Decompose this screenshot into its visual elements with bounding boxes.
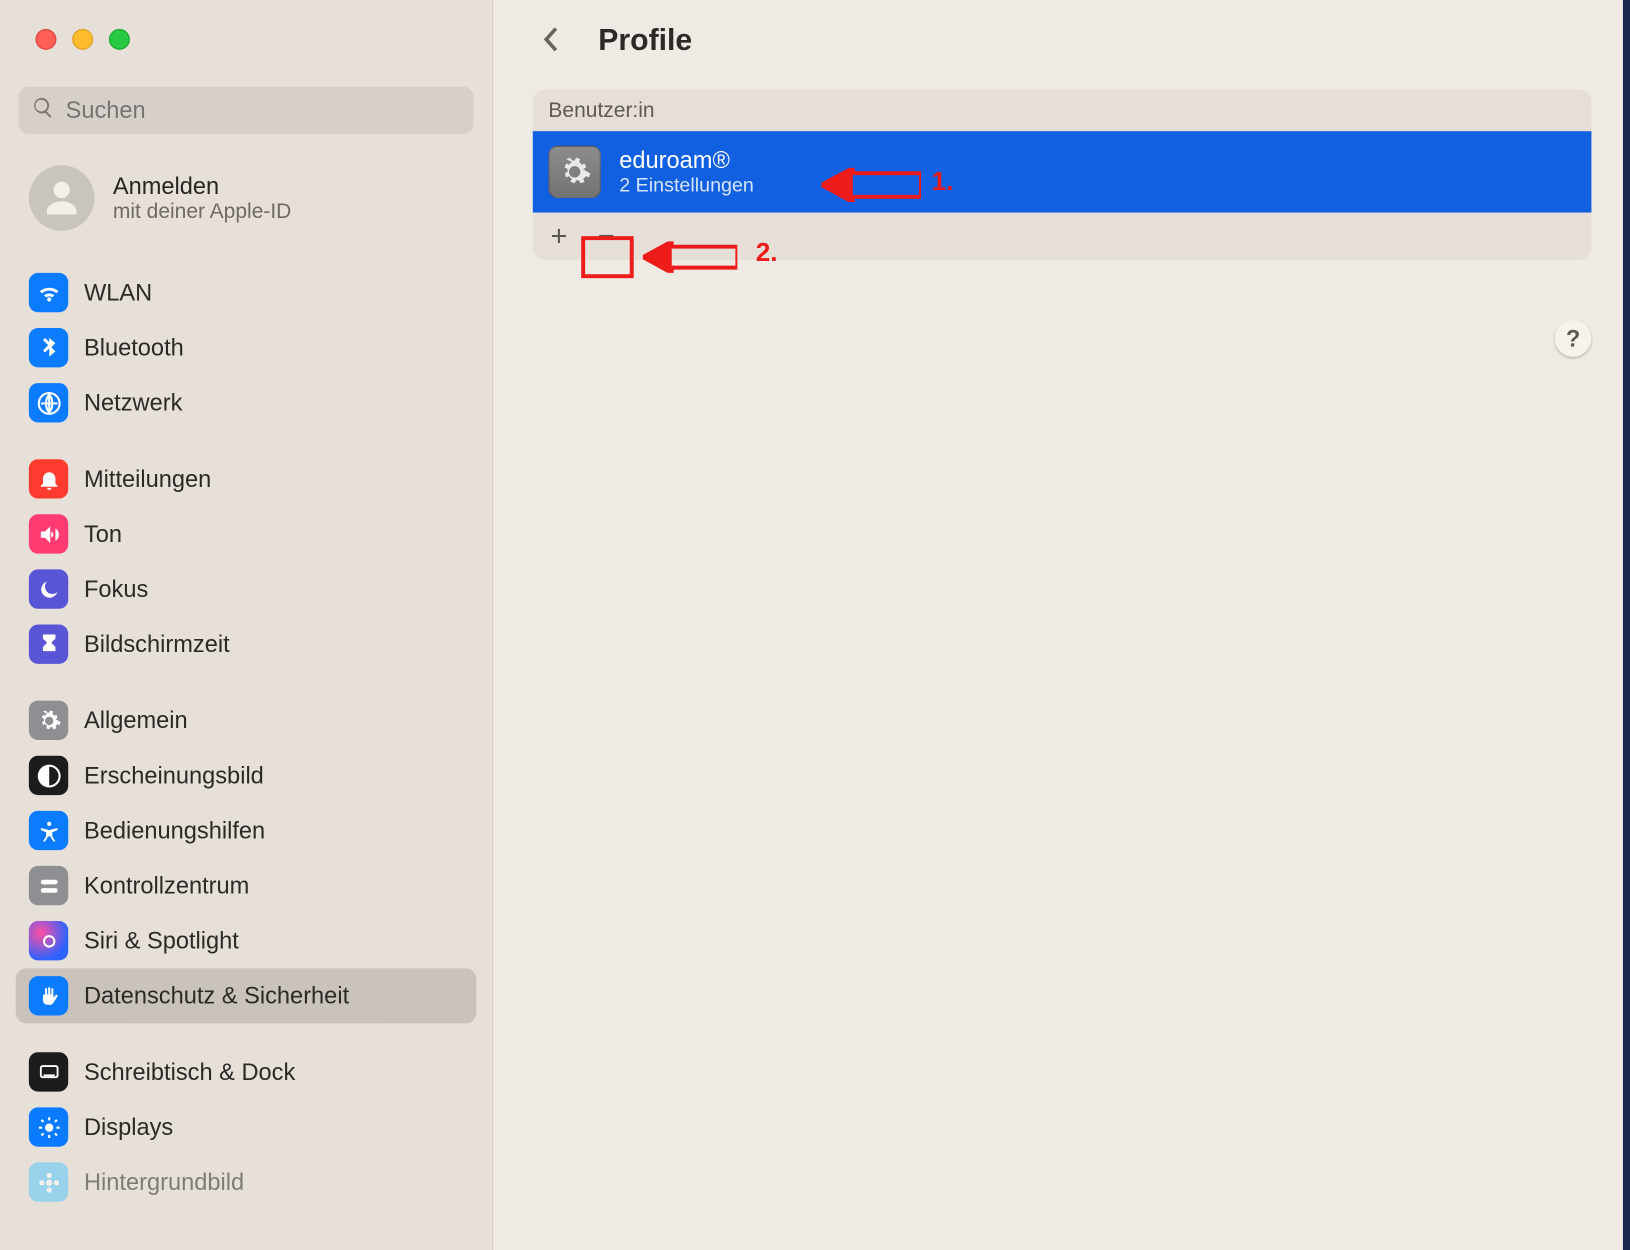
sidebar-item-accessibility[interactable]: Bedienungshilfen	[16, 803, 477, 858]
sidebar-item-label: Bedienungshilfen	[84, 817, 265, 845]
window-edge	[1623, 0, 1630, 1250]
window-controls	[0, 29, 492, 50]
sidebar-item-label: Displays	[84, 1113, 173, 1141]
maximize-window-button[interactable]	[109, 29, 130, 50]
content-pane: Profile Benutzer:in eduroam® 2 Einstellu…	[493, 0, 1630, 1250]
search-icon	[31, 95, 55, 125]
sidebar-item-label: Bluetooth	[84, 334, 184, 362]
moon-icon	[29, 569, 68, 608]
sidebar-item-appearance[interactable]: Erscheinungsbild	[16, 748, 477, 803]
sidebar-item-label: Schreibtisch & Dock	[84, 1058, 295, 1086]
sidebar-item-control-center[interactable]: Kontrollzentrum	[16, 858, 477, 913]
annotation-label-2: 2.	[756, 239, 778, 269]
bell-icon	[29, 459, 68, 498]
sidebar-item-label: Fokus	[84, 575, 148, 603]
hourglass-icon	[29, 625, 68, 664]
bluetooth-icon	[29, 328, 68, 367]
page-title: Profile	[598, 22, 692, 57]
profiles-panel: Benutzer:in eduroam® 2 Einstellungen + −	[533, 89, 1592, 260]
sidebar-item-label: Siri & Spotlight	[84, 927, 239, 955]
panel-section-title: Benutzer:in	[533, 89, 1592, 131]
back-button[interactable]	[533, 21, 570, 58]
sidebar-item-label: Mitteilungen	[84, 465, 211, 493]
sidebar-item-wallpaper[interactable]: Hintergrundbild	[16, 1155, 477, 1210]
flower-icon	[29, 1162, 68, 1201]
sidebar-item-focus[interactable]: Fokus	[16, 562, 477, 617]
profile-subtitle: 2 Einstellungen	[619, 174, 754, 196]
sidebar-item-label: Hintergrundbild	[84, 1168, 244, 1196]
profile-row-eduroam[interactable]: eduroam® 2 Einstellungen	[533, 131, 1592, 212]
search-field[interactable]	[18, 87, 473, 134]
sidebar-item-label: Netzwerk	[84, 389, 182, 417]
hand-icon	[29, 976, 68, 1015]
gear-icon	[548, 146, 600, 198]
accessibility-icon	[29, 811, 68, 850]
sidebar-item-bluetooth[interactable]: Bluetooth	[16, 320, 477, 375]
sidebar-item-desktop-dock[interactable]: Schreibtisch & Dock	[16, 1044, 477, 1099]
help-button[interactable]: ?	[1555, 320, 1592, 357]
sidebar-item-network[interactable]: Netzwerk	[16, 375, 477, 430]
profile-name: eduroam®	[619, 147, 754, 175]
avatar	[29, 165, 95, 231]
minimize-window-button[interactable]	[72, 29, 93, 50]
apple-id-sign-in[interactable]: Anmelden mit deiner Apple-ID	[0, 160, 492, 254]
annotation-label-1: 1.	[932, 168, 954, 198]
wifi-icon	[29, 273, 68, 312]
annotation-highlight-box	[581, 236, 633, 278]
toggles-icon	[29, 866, 68, 905]
sidebar-item-notifications[interactable]: Mitteilungen	[16, 451, 477, 506]
sidebar-item-label: Kontrollzentrum	[84, 872, 249, 900]
sidebar-item-siri-spotlight[interactable]: Siri & Spotlight	[16, 913, 477, 968]
sidebar: Anmelden mit deiner Apple-ID WLAN Blueto…	[0, 0, 493, 1250]
sidebar-item-label: WLAN	[84, 279, 152, 307]
sidebar-item-displays[interactable]: Displays	[16, 1099, 477, 1154]
sidebar-item-privacy-security[interactable]: Datenschutz & Sicherheit	[16, 968, 477, 1023]
sidebar-item-label: Allgemein	[84, 707, 188, 735]
close-window-button[interactable]	[35, 29, 56, 50]
dock-icon	[29, 1052, 68, 1091]
sidebar-item-label: Bildschirmzeit	[84, 630, 230, 658]
sign-in-title: Anmelden	[113, 173, 292, 201]
sign-in-subtitle: mit deiner Apple-ID	[113, 200, 292, 224]
sidebar-item-sound[interactable]: Ton	[16, 506, 477, 561]
sidebar-item-wlan[interactable]: WLAN	[16, 265, 477, 320]
globe-icon	[29, 383, 68, 422]
siri-icon	[29, 921, 68, 960]
sidebar-item-general[interactable]: Allgemein	[16, 693, 477, 748]
sidebar-item-label: Ton	[84, 520, 122, 548]
sidebar-item-label: Datenschutz & Sicherheit	[84, 982, 349, 1010]
speaker-icon	[29, 514, 68, 553]
contrast-icon	[29, 756, 68, 795]
add-profile-button[interactable]: +	[541, 218, 578, 255]
sidebar-item-label: Erscheinungsbild	[84, 762, 264, 790]
sidebar-item-screen-time[interactable]: Bildschirmzeit	[16, 617, 477, 672]
search-input[interactable]	[66, 96, 461, 124]
gear-icon	[29, 701, 68, 740]
brightness-icon	[29, 1107, 68, 1146]
